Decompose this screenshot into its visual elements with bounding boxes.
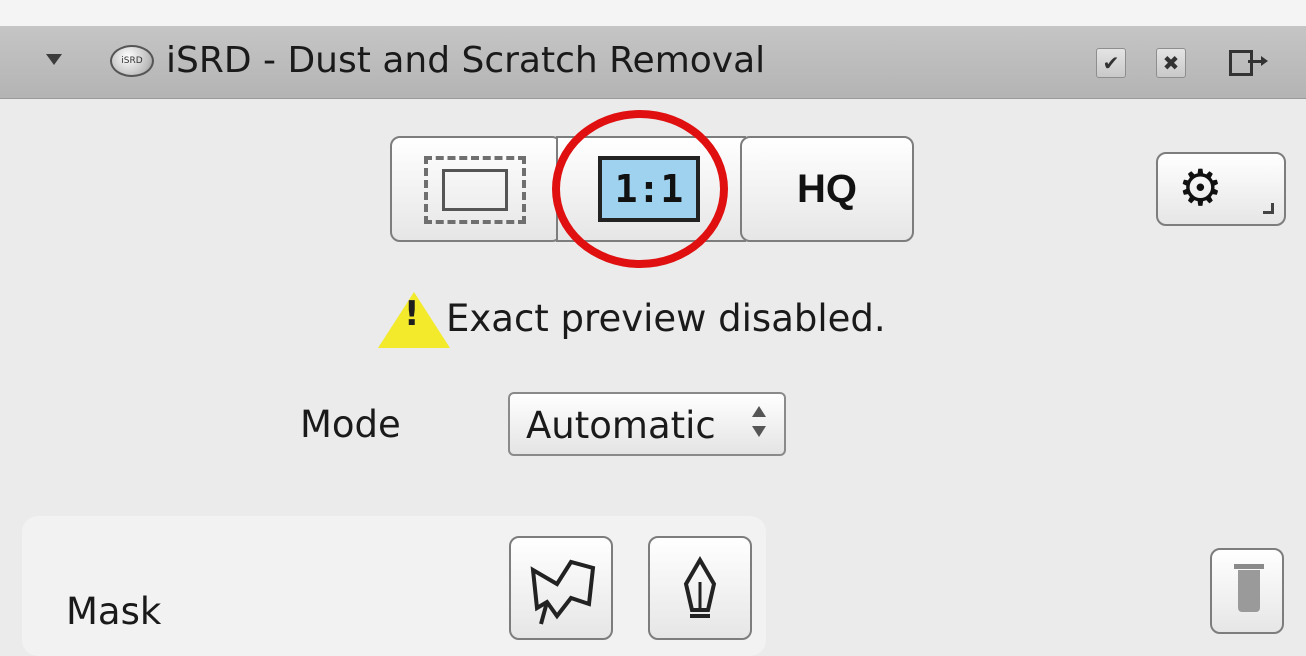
close-icon: ✖ xyxy=(1162,51,1180,75)
hq-label: HQ xyxy=(797,166,857,211)
warning-text: Exact preview disabled. xyxy=(446,297,886,340)
mode-label: Mode xyxy=(300,403,401,446)
gear-icon: ⚙ xyxy=(1178,159,1223,217)
warning-mark: ! xyxy=(404,294,420,334)
pen-icon xyxy=(683,556,717,618)
hq-preview-button[interactable]: HQ xyxy=(740,136,914,242)
exit-button[interactable] xyxy=(1218,48,1268,78)
updown-arrows-icon xyxy=(752,406,768,440)
mask-draw-icon xyxy=(530,559,596,625)
settings-button[interactable]: ⚙ xyxy=(1156,152,1286,226)
mask-label: Mask xyxy=(66,590,162,633)
highlight-circle xyxy=(552,110,728,268)
exit-icon xyxy=(1229,50,1268,76)
mode-select[interactable]: Automatic xyxy=(508,392,786,456)
dropdown-corner-icon xyxy=(1263,203,1274,214)
trash-icon xyxy=(1234,564,1264,612)
apply-button[interactable]: ✔ xyxy=(1096,48,1126,78)
mask-pen-button[interactable] xyxy=(648,536,752,640)
collapse-arrow-icon[interactable] xyxy=(46,54,62,65)
top-strip xyxy=(0,0,1306,26)
cancel-button[interactable]: ✖ xyxy=(1156,48,1186,78)
trash-button[interactable] xyxy=(1210,548,1284,634)
isrd-logo-icon: iSRD xyxy=(110,45,154,77)
mask-panel: Mask xyxy=(22,516,766,656)
panel-title: iSRD - Dust and Scratch Removal xyxy=(166,40,766,81)
panel-titlebar[interactable]: iSRD iSRD - Dust and Scratch Removal ✔ ✖ xyxy=(0,26,1306,99)
dashed-frame-icon xyxy=(424,156,526,224)
fit-preview-button[interactable] xyxy=(390,136,562,242)
mask-draw-button[interactable] xyxy=(509,536,613,640)
mode-value: Automatic xyxy=(526,404,716,447)
check-icon: ✔ xyxy=(1102,51,1120,75)
logo-text: iSRD xyxy=(121,56,143,66)
